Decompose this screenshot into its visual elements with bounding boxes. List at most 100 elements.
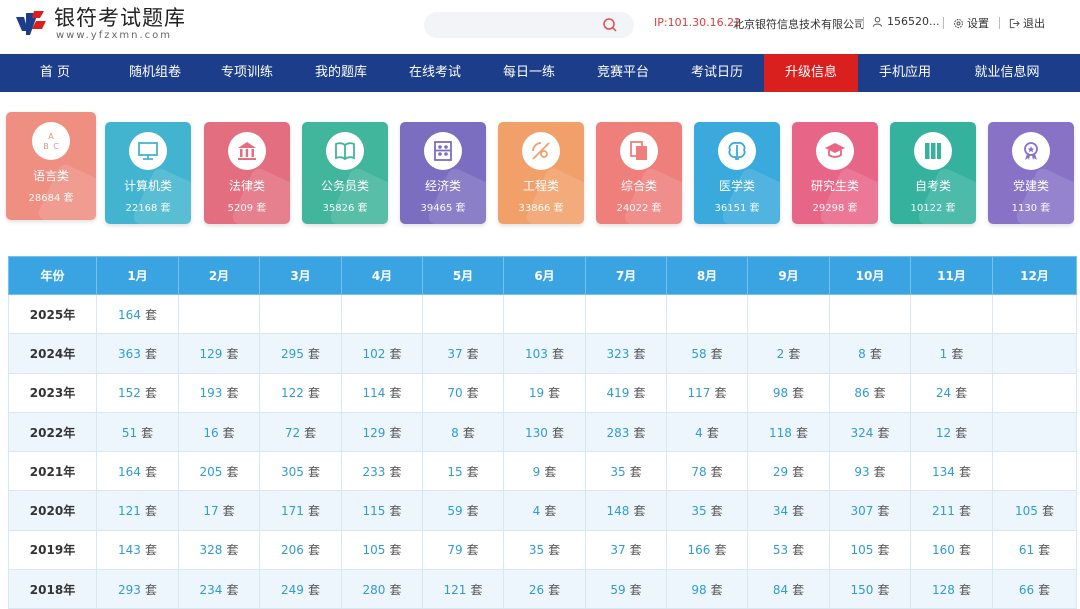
- count-link[interactable]: 15: [447, 465, 462, 479]
- month-count-cell[interactable]: 93 套: [829, 451, 911, 492]
- count-link[interactable]: 419: [607, 386, 630, 400]
- count-link[interactable]: 148: [607, 504, 630, 518]
- count-link[interactable]: 233: [363, 465, 386, 479]
- month-count-cell[interactable]: 17 套: [178, 490, 260, 531]
- count-link[interactable]: 129: [200, 347, 223, 361]
- count-link[interactable]: 102: [363, 347, 386, 361]
- month-count-cell[interactable]: 29 套: [747, 451, 830, 492]
- search-icon[interactable]: [602, 17, 618, 33]
- month-count-cell[interactable]: 98 套: [747, 372, 830, 413]
- count-link[interactable]: 103: [525, 347, 548, 361]
- month-count-cell[interactable]: 15 套: [422, 451, 504, 492]
- month-count-cell[interactable]: 12 套: [910, 411, 993, 453]
- count-link[interactable]: 295: [281, 347, 304, 361]
- count-link[interactable]: 58: [691, 347, 706, 361]
- month-count-cell[interactable]: 59 套: [422, 490, 504, 531]
- count-link[interactable]: 166: [688, 543, 711, 557]
- count-link[interactable]: 293: [118, 583, 141, 597]
- month-count-cell[interactable]: 118 套: [747, 411, 830, 453]
- month-count-cell[interactable]: 128 套: [910, 569, 993, 609]
- month-count-cell[interactable]: 280 套: [341, 569, 423, 609]
- count-link[interactable]: 115: [363, 504, 386, 518]
- count-link[interactable]: 34: [773, 504, 788, 518]
- month-count-cell[interactable]: 122 套: [259, 372, 342, 413]
- month-count-cell[interactable]: 129 套: [341, 411, 423, 453]
- count-link[interactable]: 17: [203, 504, 218, 518]
- month-count-cell[interactable]: 419 套: [585, 372, 667, 413]
- count-link[interactable]: 160: [932, 543, 955, 557]
- count-link[interactable]: 24: [936, 386, 951, 400]
- category-card[interactable]: 经济类 39465 套: [400, 122, 486, 224]
- month-count-cell[interactable]: 9套: [503, 451, 586, 492]
- month-count-cell[interactable]: 26 套: [503, 569, 586, 609]
- month-count-cell[interactable]: 84 套: [747, 569, 830, 609]
- search-input[interactable]: [424, 12, 634, 38]
- category-card[interactable]: 法律类 5209 套: [204, 122, 290, 224]
- count-link[interactable]: 280: [363, 583, 386, 597]
- category-card[interactable]: 医学类 36151 套: [694, 122, 780, 224]
- count-link[interactable]: 114: [363, 386, 386, 400]
- settings-link[interactable]: 设置: [953, 15, 989, 31]
- nav-item-0[interactable]: 首 页: [0, 54, 110, 92]
- nav-item-10[interactable]: 就业信息网: [952, 54, 1062, 92]
- month-count-cell[interactable]: 130 套: [503, 411, 586, 453]
- month-count-cell[interactable]: 283 套: [585, 411, 667, 453]
- count-link[interactable]: 328: [200, 543, 223, 557]
- month-count-cell[interactable]: 78 套: [666, 451, 748, 492]
- month-count-cell[interactable]: 1套: [910, 333, 993, 374]
- month-count-cell[interactable]: 305 套: [259, 451, 342, 492]
- count-link[interactable]: 51: [122, 426, 137, 440]
- month-count-cell[interactable]: 249 套: [259, 569, 342, 609]
- count-link[interactable]: 16: [203, 426, 218, 440]
- count-link[interactable]: 4: [533, 504, 541, 518]
- count-link[interactable]: 4: [695, 426, 703, 440]
- user-account[interactable]: 156520...: [872, 15, 939, 28]
- month-count-cell[interactable]: 4套: [666, 411, 748, 453]
- month-count-cell[interactable]: 2套: [747, 333, 830, 374]
- count-link[interactable]: 12: [936, 426, 951, 440]
- count-link[interactable]: 164: [118, 465, 141, 479]
- month-count-cell[interactable]: 164 套: [96, 451, 179, 492]
- count-link[interactable]: 143: [118, 543, 141, 557]
- month-count-cell[interactable]: 307 套: [829, 490, 911, 531]
- month-count-cell[interactable]: 8套: [829, 333, 911, 374]
- month-count-cell[interactable]: 234 套: [178, 569, 260, 609]
- nav-item-1[interactable]: 随机组卷: [110, 54, 200, 92]
- count-link[interactable]: 98: [773, 386, 788, 400]
- month-count-cell[interactable]: 35 套: [585, 451, 667, 492]
- month-count-cell[interactable]: 193 套: [178, 372, 260, 413]
- count-link[interactable]: 234: [200, 583, 223, 597]
- month-count-cell[interactable]: 121 套: [96, 490, 179, 531]
- count-link[interactable]: 118: [769, 426, 792, 440]
- month-count-cell[interactable]: 103 套: [503, 333, 586, 374]
- count-link[interactable]: 323: [607, 347, 630, 361]
- month-count-cell[interactable]: 37 套: [585, 529, 667, 571]
- count-link[interactable]: 59: [610, 583, 625, 597]
- month-count-cell[interactable]: 164 套: [96, 293, 179, 335]
- month-count-cell[interactable]: 58 套: [666, 333, 748, 374]
- count-link[interactable]: 72: [285, 426, 300, 440]
- month-count-cell[interactable]: 206 套: [259, 529, 342, 571]
- month-count-cell[interactable]: 37 套: [422, 333, 504, 374]
- count-link[interactable]: 150: [851, 583, 874, 597]
- count-link[interactable]: 37: [610, 543, 625, 557]
- category-card[interactable]: 工程类 33866 套: [498, 122, 584, 224]
- month-count-cell[interactable]: 129 套: [178, 333, 260, 374]
- category-card[interactable]: 研究生类 29298 套: [792, 122, 878, 224]
- count-link[interactable]: 35: [610, 465, 625, 479]
- month-count-cell[interactable]: 293 套: [96, 569, 179, 609]
- month-count-cell[interactable]: 19 套: [503, 372, 586, 413]
- month-count-cell[interactable]: 166 套: [666, 529, 748, 571]
- count-link[interactable]: 105: [851, 543, 874, 557]
- count-link[interactable]: 305: [281, 465, 304, 479]
- month-count-cell[interactable]: 363 套: [96, 333, 179, 374]
- month-count-cell[interactable]: 171 套: [259, 490, 342, 531]
- category-card[interactable]: 计算机类 22168 套: [105, 122, 191, 224]
- month-count-cell[interactable]: 86 套: [829, 372, 911, 413]
- count-link[interactable]: 105: [1015, 504, 1038, 518]
- count-link[interactable]: 283: [607, 426, 630, 440]
- count-link[interactable]: 93: [854, 465, 869, 479]
- count-link[interactable]: 249: [281, 583, 304, 597]
- nav-item-2[interactable]: 专项训练: [200, 54, 294, 92]
- count-link[interactable]: 206: [281, 543, 304, 557]
